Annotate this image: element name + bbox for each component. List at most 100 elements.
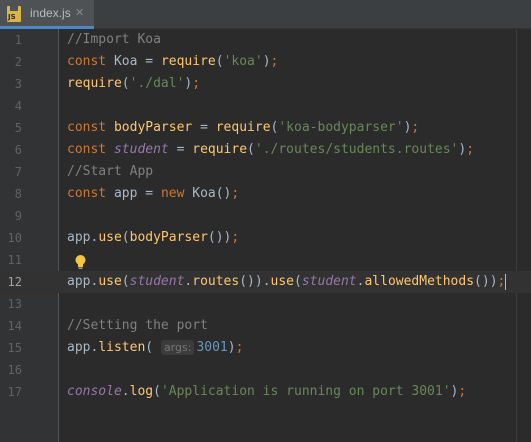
line-number: 14: [7, 319, 22, 333]
code-text: const Koa = require('koa');: [67, 51, 278, 73]
code-text: //Start App: [67, 161, 153, 183]
code-token: allowedMethods: [364, 274, 475, 289]
code-token: (: [121, 230, 130, 245]
code-text: console.log('Application is running on p…: [67, 381, 466, 403]
code-token: //Setting the port: [67, 318, 208, 333]
code-line[interactable]: 13: [0, 293, 531, 315]
text-caret: [505, 273, 507, 290]
code-line[interactable]: 14 //Setting the port: [0, 315, 531, 337]
code-token: ()).: [239, 274, 271, 289]
code-token: './dal': [129, 76, 185, 91]
code-token: ;: [235, 340, 244, 355]
tab-index-js[interactable]: JS index.js ✕: [0, 0, 94, 29]
code-token: require: [160, 54, 216, 69]
code-token: (: [215, 54, 224, 69]
code-token: ;: [192, 76, 201, 91]
code-text: //Import Koa: [67, 29, 161, 51]
code-line[interactable]: 3 require('./dal');: [0, 73, 531, 95]
line-number: 17: [7, 385, 22, 399]
line-number: 1: [14, 33, 22, 47]
line-number: 16: [7, 363, 22, 377]
lightbulb-icon[interactable]: [75, 255, 86, 269]
code-line[interactable]: 7 //Start App: [0, 161, 531, 183]
code-token: use: [98, 230, 122, 245]
code-token: bodyParser: [113, 120, 193, 135]
code-token: listen: [98, 340, 146, 355]
code-token: use: [270, 274, 295, 289]
code-token: student: [129, 274, 185, 289]
code-token: ): [262, 54, 271, 69]
code-token: 3001: [196, 340, 228, 355]
code-token: student: [113, 142, 169, 157]
code-token: Koa(): [192, 186, 232, 201]
code-token: require: [192, 142, 248, 157]
code-token: (: [294, 274, 302, 289]
code-token: (: [121, 274, 130, 289]
code-text: const app = new Koa();: [67, 183, 239, 205]
code-token: =: [168, 142, 193, 157]
code-token: app =: [113, 186, 161, 201]
code-text: const bodyParser = require('koa-bodypars…: [67, 117, 419, 139]
code-token: const: [67, 120, 114, 135]
code-token: require: [215, 120, 271, 135]
code-token: ()): [207, 230, 232, 245]
code-token: log: [129, 384, 154, 399]
code-line[interactable]: 5 const bodyParser = require('koa-bodypar…: [0, 117, 531, 139]
code-line[interactable]: 9: [0, 205, 531, 227]
code-text: require('./dal');: [67, 73, 200, 95]
code-token: 'koa-bodyparser': [278, 120, 404, 135]
line-number: 9: [14, 209, 22, 223]
code-token: app.: [67, 274, 99, 289]
code-token: ): [227, 340, 236, 355]
code-text: //Setting the port: [67, 315, 208, 337]
code-token: console: [67, 384, 122, 399]
code-line[interactable]: 8 const app = new Koa();: [0, 183, 531, 205]
close-tab-icon[interactable]: ✕: [75, 6, 84, 19]
line-number: 7: [14, 165, 22, 179]
code-token: const: [67, 142, 114, 157]
tab-label: index.js: [30, 6, 71, 20]
code-token: =: [192, 120, 216, 135]
code-token: new: [160, 186, 193, 201]
line-number: 12: [7, 275, 22, 289]
line-number: 13: [7, 297, 22, 311]
code-token: ;: [411, 120, 420, 135]
code-token: (: [121, 76, 130, 91]
code-token: ;: [231, 230, 240, 245]
editor-tab-bar: JS index.js ✕: [0, 0, 531, 29]
code-token: require: [67, 76, 122, 91]
code-token: app.: [67, 340, 99, 355]
code-line[interactable]: 15 app.listen( args: 3001);: [0, 337, 531, 359]
code-line[interactable]: 12 app.use(student.routes()).use(student.…: [0, 271, 531, 293]
code-token: const: [67, 186, 114, 201]
code-line[interactable]: 6 const student = require('./routes/stude…: [0, 139, 531, 161]
code-token: ;: [458, 384, 467, 399]
code-text: app.listen( args: 3001);: [67, 337, 243, 359]
code-token: bodyParser: [129, 230, 208, 245]
code-token: const: [67, 54, 114, 69]
parameter-hint: args:: [160, 340, 195, 355]
code-token: 'koa': [223, 54, 263, 69]
code-line[interactable]: 2 const Koa = require('koa');: [0, 51, 531, 73]
line-number: 15: [7, 341, 22, 355]
code-token: student: [301, 274, 357, 289]
code-token: Koa =: [113, 54, 161, 69]
line-number: 2: [14, 55, 22, 69]
line-number: 10: [7, 231, 22, 245]
code-token: routes: [192, 274, 240, 289]
code-text: app.use(bodyParser());: [67, 227, 239, 249]
code-token: app.: [67, 230, 99, 245]
code-line[interactable]: 17 console.log('Application is running on…: [0, 381, 531, 403]
code-line[interactable]: 4: [0, 95, 531, 117]
js-file-icon-label: JS: [8, 13, 16, 21]
code-token: ;: [466, 142, 475, 157]
code-token: (: [145, 340, 161, 355]
code-token: ()): [474, 274, 498, 289]
line-number: 8: [14, 187, 22, 201]
line-number: 3: [14, 77, 22, 91]
code-line[interactable]: 10 app.use(bodyParser());: [0, 227, 531, 249]
code-line[interactable]: 16: [0, 359, 531, 381]
code-line[interactable]: 1 //Import Koa: [0, 29, 531, 51]
line-number: 11: [7, 253, 22, 267]
code-token: ;: [270, 54, 279, 69]
